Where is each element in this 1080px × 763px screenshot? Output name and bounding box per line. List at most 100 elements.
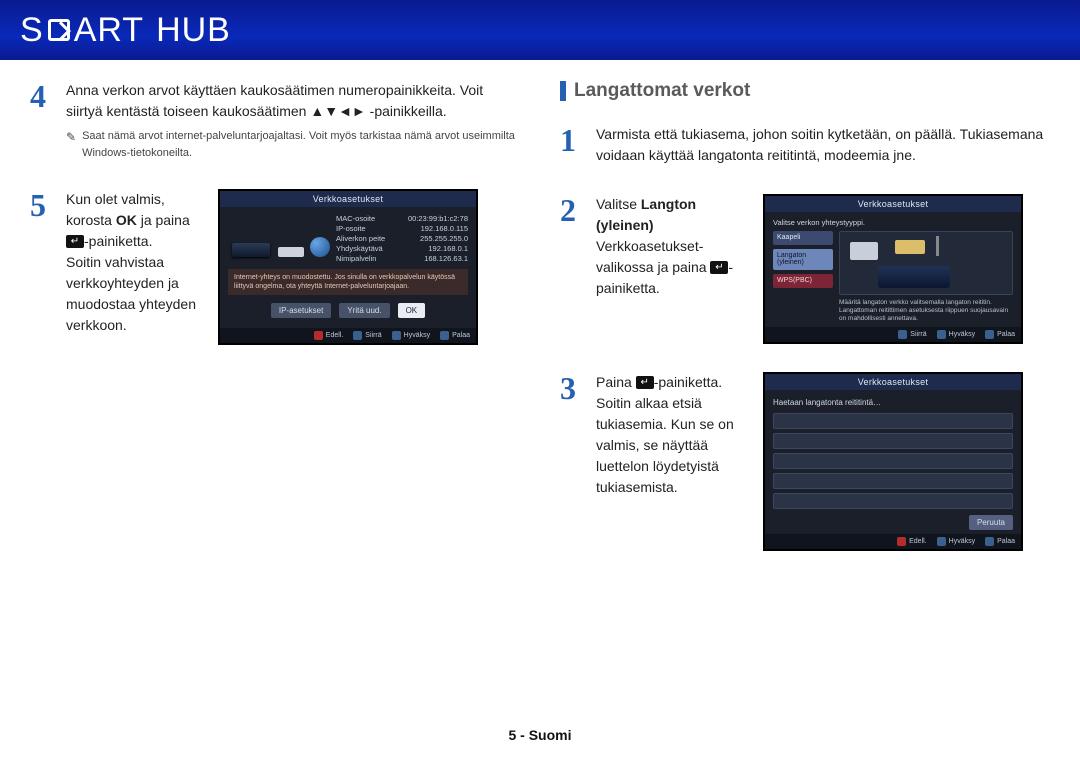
f: Edell.: [326, 332, 344, 339]
opt-wireless[interactable]: Langaton (yleinen): [773, 249, 833, 270]
t: Valitse: [596, 196, 641, 212]
key-ok-icon: [937, 537, 946, 546]
list-item[interactable]: [773, 453, 1013, 469]
note-text: Saat nämä arvot internet-palveluntarjoaj…: [82, 128, 520, 161]
brand-s: S: [20, 11, 44, 50]
globe-icon: [310, 237, 330, 257]
f: Siirrä: [910, 331, 926, 338]
f: Hyväksy: [949, 538, 975, 545]
note-icon: ✎: [66, 128, 76, 161]
modem-icon: [232, 243, 270, 257]
step3-text: Paina -painiketta. Soitin alkaa etsiä tu…: [596, 372, 751, 498]
thumb-body: Haetaan langatonta reititintä… Peruuta: [765, 390, 1021, 534]
thumb3-footer: Edell. Hyväksy Palaa: [765, 534, 1021, 549]
heading-text: Langattomat verkot: [574, 80, 750, 102]
l: MAC-osoite: [336, 214, 375, 223]
list-item[interactable]: [773, 473, 1013, 489]
thumb1-values: MAC-osoite 00:23:99:b1:c2:78 IP-osoite 192…: [336, 213, 468, 263]
step-number: 1: [560, 124, 584, 156]
key-back-icon: [985, 330, 994, 339]
key-back-icon: [440, 331, 449, 340]
l: Nimipalvelin: [336, 254, 376, 263]
v: 00:23:99:b1:c2:78: [408, 214, 468, 223]
step4-text: Anna verkon arvot käyttäen kaukosäätimen…: [66, 80, 520, 122]
brand-logo: S ART HUB: [20, 11, 231, 50]
thumb1-buttons: IP-asetukset Yritä uud. OK: [228, 295, 468, 324]
enter-icon: [66, 235, 84, 248]
t: Paina: [596, 374, 636, 390]
t-bold: OK: [116, 212, 137, 228]
screenshot-network-type: Verkkoasetukset Valitse verkon yhteystyy…: [763, 194, 1023, 344]
left-step-5: 5 Kun olet valmis, korosta OK ja paina -…: [30, 189, 520, 345]
top-bar: S ART HUB: [0, 0, 1080, 60]
thumb3-sub: Haetaan langatonta reititintä…: [773, 398, 1013, 407]
key-move-icon: [353, 331, 362, 340]
page-body: 4 Anna verkon arvot käyttäen kaukosäätim…: [0, 60, 1080, 579]
f: Palaa: [997, 538, 1015, 545]
opt-cable[interactable]: Kaapeli: [773, 231, 833, 245]
t: -painiketta. Soitin vahvistaa verkkoyhte…: [66, 233, 196, 333]
f: Edell.: [909, 538, 927, 545]
key-back-icon: [985, 537, 994, 546]
thumb2-footer: Siirrä Hyväksy Palaa: [765, 327, 1021, 342]
f: Palaa: [997, 331, 1015, 338]
right-step-3: 3 Paina -painiketta. Soitin alkaa etsiä …: [560, 372, 1050, 551]
f: Hyväksy: [949, 331, 975, 338]
enter-icon: [636, 376, 654, 389]
step1-text: Varmista että tukiasema, johon soitin ky…: [596, 124, 1050, 166]
screenshot-network-scan: Verkkoasetukset Haetaan langatonta reiti…: [763, 372, 1023, 551]
v: 255.255.255.0: [420, 234, 468, 243]
btn-retry[interactable]: Yritä uud.: [339, 303, 389, 318]
step-body: Anna verkon arvot käyttäen kaukosäätimen…: [66, 80, 520, 161]
btn-cancel[interactable]: Peruuta: [969, 515, 1013, 530]
key-ok-icon: [937, 330, 946, 339]
thumb1-info: Internet-yhteys on muodostettu. Jos sinu…: [228, 269, 468, 295]
list-item[interactable]: [773, 413, 1013, 429]
step-number: 4: [30, 80, 54, 112]
thumb-title: Verkkoasetukset: [765, 196, 1021, 212]
v: 192.168.0.1: [428, 244, 468, 253]
list-item[interactable]: [773, 433, 1013, 449]
step-number: 3: [560, 372, 584, 404]
thumb2-sidebar: Kaapeli Langaton (yleinen) WPS(PBC): [773, 231, 833, 323]
thumb2-diagram: [839, 231, 1013, 295]
thumb2-sub: Valitse verkon yhteystyyppi.: [773, 218, 1013, 227]
heading-bar-icon: [560, 81, 566, 101]
thumb-body: MAC-osoite 00:23:99:b1:c2:78 IP-osoite 192…: [220, 207, 476, 328]
btn-ip-settings[interactable]: IP-asetukset: [271, 303, 331, 318]
step2-text: Valitse Langton (yleinen) Verkkoasetukse…: [596, 194, 751, 299]
f: Hyväksy: [404, 332, 430, 339]
key-ok-icon: [392, 331, 401, 340]
step5-text: Kun olet valmis, korosta OK ja paina -pa…: [66, 189, 206, 336]
thumb-title: Verkkoasetukset: [220, 191, 476, 207]
step-number: 2: [560, 194, 584, 226]
opt-wps[interactable]: WPS(PBC): [773, 274, 833, 288]
l: Yhdyskäytävä: [336, 244, 383, 253]
thumb2-note: Määritä langaton verkko valitsemalla lan…: [839, 299, 1013, 323]
thumb2-main: Määritä langaton verkko valitsemalla lan…: [839, 231, 1013, 323]
antenna-icon: [936, 236, 939, 256]
brand-cube-icon: [48, 19, 70, 41]
key-a-icon: [897, 537, 906, 546]
l: IP-osoite: [336, 224, 366, 233]
btn-ok[interactable]: OK: [398, 303, 426, 318]
f: Siirrä: [365, 332, 381, 339]
v: 192.168.0.115: [421, 224, 468, 233]
left-column: 4 Anna verkon arvot käyttäen kaukosäätim…: [30, 80, 520, 579]
thumb3-cancel-row: Peruuta: [773, 515, 1013, 530]
step-number: 5: [30, 189, 54, 221]
screenshot-network-ip: Verkkoasetukset MAC-osoite 00:23:99:b1:c2…: [218, 189, 478, 345]
key-a-icon: [314, 331, 323, 340]
thumb1-footer: Edell. Siirrä Hyväksy Palaa: [220, 328, 476, 343]
t: Verkkoasetukset-valikossa ja paina: [596, 238, 710, 275]
thumb1-diagram: [228, 213, 328, 265]
t: -painiketta. Soitin alkaa etsiä tukiasem…: [596, 374, 734, 495]
right-step-1: 1 Varmista että tukiasema, johon soitin …: [560, 124, 1050, 166]
router-icon: [278, 247, 304, 257]
brand-art: ART: [74, 11, 144, 50]
player-device-icon: [878, 266, 950, 288]
list-item[interactable]: [773, 493, 1013, 509]
enter-icon: [710, 261, 728, 274]
right-step-2: 2 Valitse Langton (yleinen) Verkkoasetuk…: [560, 194, 1050, 344]
key-move-icon: [898, 330, 907, 339]
